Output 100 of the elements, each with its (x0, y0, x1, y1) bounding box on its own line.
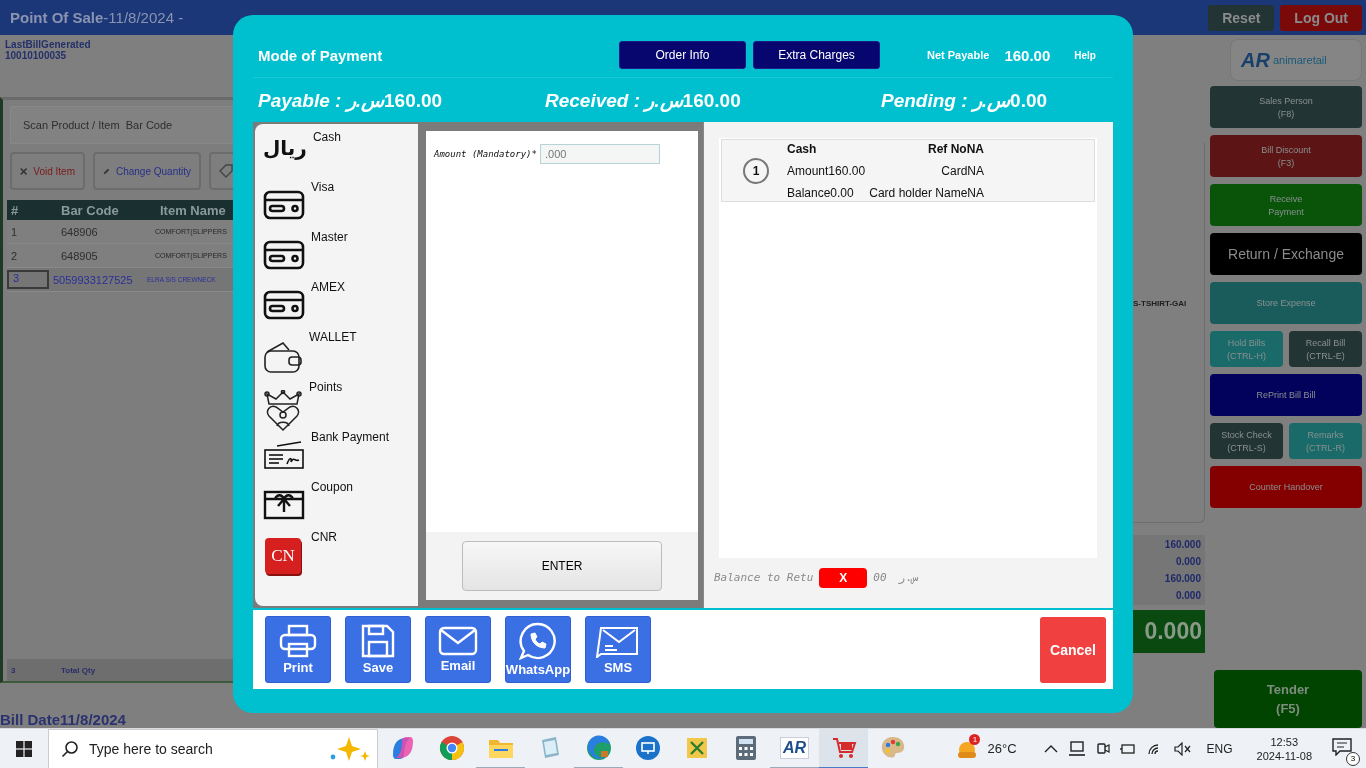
side-button[interactable]: Receive Payment (1210, 184, 1362, 226)
monitor-icon (634, 734, 661, 761)
entry-number: 1 (743, 157, 769, 184)
payment-method[interactable]: Visa (263, 180, 418, 230)
tag-icon (219, 164, 233, 178)
total-value: 160.000 (1164, 573, 1201, 584)
app-title: Point Of Sale (10, 9, 104, 26)
amount-field[interactable]: .000 (539, 144, 660, 164)
side-button[interactable]: Counter Handover (1210, 466, 1362, 508)
printer-icon (279, 624, 317, 658)
net-payable-value: 160.00 (1004, 46, 1051, 64)
language-indicator[interactable]: ENG (1206, 741, 1233, 756)
payment-method[interactable]: Master (263, 230, 418, 280)
top-button[interactable]: Log Out (1280, 4, 1362, 31)
bill-date: Bill Date11/8/2024 (0, 711, 127, 728)
action-button[interactable]: Change Quantity (93, 152, 201, 190)
enter-button[interactable]: ENTER (462, 541, 662, 591)
entry-card-label: CardNA (941, 163, 984, 178)
share-button[interactable]: Print (265, 616, 331, 683)
close-icon (20, 166, 28, 176)
dialog-title: Mode of Payment (258, 46, 384, 64)
taskbar-app[interactable] (819, 728, 868, 768)
header-button[interactable]: Order Info (619, 41, 746, 69)
globe-icon (585, 734, 612, 761)
calculator-icon (734, 734, 757, 761)
message-icon (595, 624, 641, 658)
side-button[interactable]: RePrint Bill Bill (1210, 374, 1362, 416)
side-button[interactable]: Store Expense (1210, 282, 1362, 324)
envelope-icon (438, 626, 478, 656)
share-button[interactable]: Email (425, 616, 491, 683)
app-date: -11/8/2024 - (103, 9, 184, 26)
summary-label: Payable : ر.س (258, 88, 384, 112)
summary-value: 160.00 (682, 89, 741, 111)
riyal-icon: ريال (263, 130, 307, 166)
total-value: 0.000 (1175, 590, 1201, 601)
card-icon (263, 290, 305, 320)
column-header: # (10, 202, 20, 218)
crown-heart-icon (263, 390, 303, 432)
currency-label: ر.س (898, 570, 919, 586)
side-button[interactable]: Recall Bill (CTRL-E) (1289, 331, 1362, 367)
summary-value: 0.00 (1010, 89, 1048, 111)
summary-label: Pending : ر.س (881, 88, 1011, 112)
payment-method[interactable]: Points (263, 380, 418, 430)
entry-balance: Balance0.00 (787, 185, 855, 200)
scan-field[interactable]: Scan Product / Item Bar Code (10, 106, 233, 144)
amount-label: Amount (Mandatory)* (434, 149, 537, 159)
payment-method[interactable]: Coupon (263, 480, 418, 530)
camera-icon[interactable] (1095, 740, 1110, 757)
side-button[interactable]: Return / Exchange (1210, 233, 1362, 275)
mute-icon[interactable] (1173, 741, 1192, 756)
start-button[interactable] (16, 740, 32, 757)
share-button[interactable]: SMS (585, 616, 651, 683)
payment-method[interactable]: AMEX (263, 280, 418, 330)
action-button[interactable]: Void Item (10, 152, 85, 190)
side-button[interactable]: Bill Discount (F3) (1210, 135, 1362, 177)
ring-icon (438, 734, 465, 761)
balance-return-value: 00 (873, 570, 887, 586)
top-button[interactable]: Reset (1208, 4, 1275, 31)
notification-badge: 1 (969, 733, 981, 745)
summary-value: 160.00 (384, 89, 443, 111)
summary-label: Received : ر.س (545, 88, 683, 112)
card-icon (263, 190, 305, 220)
chevron-up-icon[interactable] (1043, 743, 1058, 754)
total-value: 0.000 (1175, 556, 1201, 567)
share-button[interactable]: WhatsApp (505, 616, 571, 683)
column-header: Bar Code (60, 202, 120, 218)
cnr-icon: CN (265, 538, 301, 574)
payment-method[interactable]: CN CNR (263, 530, 418, 580)
share-button[interactable]: Save (345, 616, 411, 683)
ar-logo: AR (779, 736, 810, 759)
pencil-icon (103, 166, 110, 176)
net-payable-label: Net Payable (927, 49, 990, 61)
cheque-icon (263, 440, 305, 470)
side-button[interactable]: Stock Check (CTRL-S) (1210, 423, 1283, 459)
entry-ref: Ref NoNA (928, 141, 984, 156)
total-label: Total Qty (60, 665, 97, 675)
card-icon (263, 240, 305, 270)
cancel-button[interactable]: Cancel (1040, 616, 1106, 683)
gift-box-icon (263, 490, 305, 520)
grand-total: 0.000 (1133, 610, 1205, 653)
side-button[interactable]: Sales Person (F8) (1210, 86, 1362, 128)
monitor-icon[interactable] (1067, 740, 1086, 757)
entry-amount: Amount160.00 (787, 163, 867, 178)
payment-method[interactable]: Bank Payment (263, 430, 418, 480)
notification-icon[interactable] (1332, 737, 1352, 756)
phone-bubble-icon (519, 622, 557, 660)
search-icon (61, 739, 79, 758)
header-button[interactable]: Extra Charges (753, 41, 880, 69)
payment-method[interactable]: WALLET (263, 330, 418, 380)
battery-icon[interactable] (1119, 741, 1136, 756)
balance-return-label: Balance to Retu (714, 570, 814, 586)
tender-button[interactable]: Tender (F5) (1214, 670, 1362, 728)
wallet-icon (263, 340, 303, 374)
logo: AR animaretail (1230, 39, 1362, 81)
entry-method: Cash (787, 141, 818, 156)
clock[interactable]: 12:53 2024-11-08 (1256, 735, 1312, 762)
total-value: 160.000 (1164, 539, 1201, 550)
remove-button[interactable]: X (819, 568, 868, 588)
total-count: 3 (10, 665, 17, 675)
search-field[interactable]: Type here to search (48, 728, 378, 768)
